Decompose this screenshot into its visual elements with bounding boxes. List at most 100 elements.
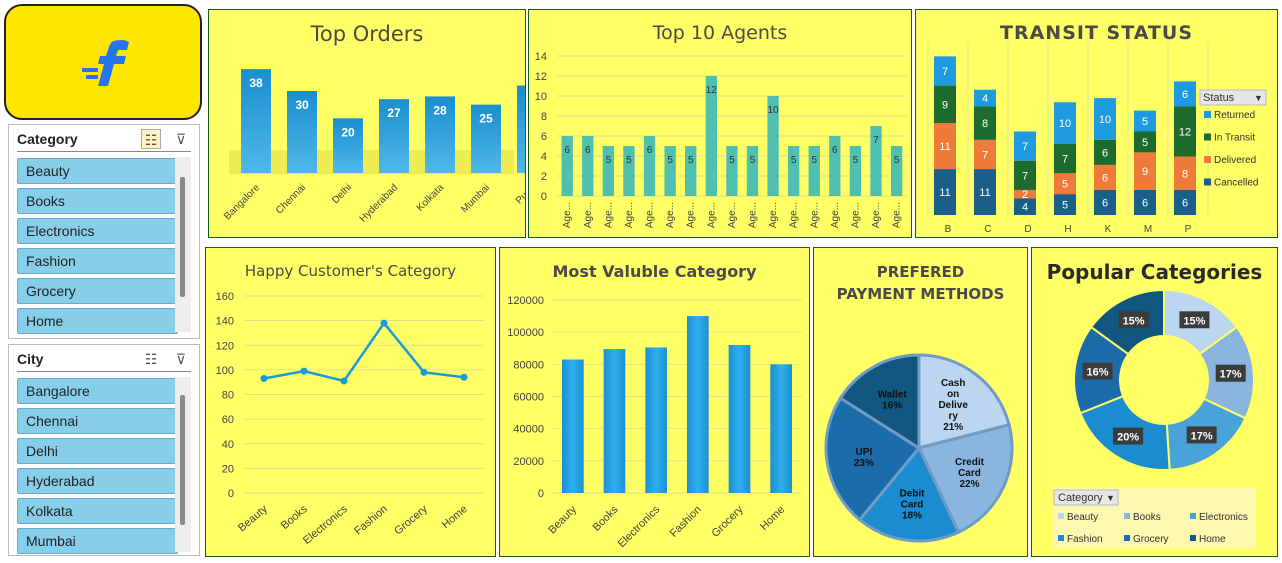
slicer-item[interactable]: Bangalore — [17, 378, 178, 404]
tick-label: Age... — [727, 202, 738, 228]
multi-select-icon[interactable]: ☷ — [141, 349, 161, 369]
tick-label: Books — [279, 503, 311, 532]
tick-label: Grocery — [709, 503, 745, 539]
y-tick-label: 6 — [541, 131, 547, 143]
slicer-item[interactable]: Kolkata — [17, 498, 178, 524]
legend-swatch — [1204, 111, 1211, 118]
bar — [687, 316, 709, 493]
legend-label: Electronics — [1199, 512, 1248, 523]
data-label: 11 — [939, 187, 950, 199]
legend-title: Status — [1203, 92, 1235, 104]
y-tick-label: 80 — [222, 390, 234, 402]
slicer-item[interactable]: Delhi — [17, 438, 178, 464]
scrollbar[interactable] — [175, 377, 191, 552]
data-point — [260, 374, 268, 382]
top-agents-panel: Top 10 Agents 0 2 4 6 8 10 12 14 6 Age... 6 Age... 5… — [528, 9, 912, 238]
slicer-item[interactable]: Beauty — [17, 158, 178, 184]
data-label: 20 — [341, 125, 355, 139]
top-agents-chart: 0 2 4 6 8 10 12 14 6 Age... 6 Age... 5 Age... 5 Age... 6… — [535, 51, 907, 228]
slice-label: 17% — [1191, 430, 1213, 442]
slicer-item[interactable]: Books — [17, 188, 178, 214]
tick-label: Fashion — [668, 504, 704, 540]
data-label: 4 — [1022, 202, 1028, 214]
payment-methods-panel: PREFERED PAYMENT METHODS Cash on Delive ry 2… — [813, 247, 1028, 557]
legend-swatch — [1124, 535, 1130, 541]
slicer-item[interactable]: Electronics — [17, 218, 178, 244]
tick-label: Electronics — [616, 503, 663, 550]
legend-swatch — [1058, 535, 1064, 541]
slicer-item[interactable]: Fashion — [17, 248, 178, 274]
bar — [645, 347, 667, 493]
slice-label: 18% — [902, 510, 922, 521]
legend-label: Delivered — [1214, 155, 1256, 166]
legend-title: Category — [1058, 492, 1103, 504]
data-label: 11 — [939, 141, 950, 153]
y-tick-label: 0 — [541, 191, 547, 203]
slicer-title: City — [17, 351, 44, 367]
data-label: 6 — [1102, 147, 1108, 159]
slice-label: on — [947, 389, 959, 400]
slice-label: 22% — [959, 479, 979, 490]
bar — [770, 364, 792, 493]
y-tick-label: 60000 — [513, 392, 544, 404]
tick-label: Age... — [768, 202, 779, 228]
tick-label: K — [1105, 224, 1112, 235]
y-tick-label: 12 — [535, 71, 547, 83]
data-label: 7 — [1022, 141, 1028, 153]
data-point — [340, 377, 348, 385]
data-label: 38 — [249, 76, 263, 90]
tick-label: Age... — [789, 202, 800, 228]
tick-label: Pune — [514, 182, 525, 207]
tick-label: Age... — [583, 202, 594, 228]
data-label: 7 — [1022, 170, 1028, 182]
logo-box — [4, 4, 202, 120]
tick-label: Kolkata — [415, 182, 447, 214]
scrollbar[interactable] — [175, 157, 191, 332]
y-tick-label: 80000 — [513, 359, 544, 371]
slice-label: 17% — [1220, 369, 1242, 381]
slicer-item[interactable]: Home — [17, 308, 178, 334]
data-label: 5 — [606, 155, 612, 166]
tick-label: Fashion — [352, 503, 390, 537]
data-label: 6 — [585, 145, 591, 156]
slice-label: Delive — [938, 400, 968, 411]
tick-label: Bangalore — [222, 182, 262, 222]
flipkart-f-icon — [82, 40, 129, 86]
data-label: 5 — [1142, 116, 1148, 128]
slicer-item[interactable]: Chennai — [17, 408, 178, 434]
data-label: 12 — [1179, 127, 1191, 139]
y-tick-label: 140 — [216, 316, 234, 328]
data-label: 2 — [1022, 189, 1028, 201]
bar — [602, 146, 615, 196]
data-label: 5 — [811, 155, 817, 166]
tick-label: Age... — [892, 202, 903, 228]
legend-label: Beauty — [1067, 512, 1098, 523]
tick-label: Age... — [809, 202, 820, 228]
slicer-item[interactable]: Hyderabad — [17, 468, 178, 494]
bar — [603, 349, 626, 493]
multi-select-icon[interactable]: ☷ — [141, 129, 161, 149]
legend-swatch — [1190, 535, 1196, 541]
slice-label: 20% — [1117, 432, 1139, 444]
tick-label: Grocery — [392, 503, 430, 538]
data-point — [380, 319, 388, 327]
transit-status-panel: TRANSIT STATUS 11 11 9 7 B 11 7 8 4 C 4 2 7 7 D 5 5 7 10 H 6… — [915, 9, 1278, 238]
data-label: 6 — [564, 145, 570, 156]
tick-label: Age... — [562, 202, 573, 228]
valuable-category-panel: Most Valuble Category 0 20000 40000 60000 80… — [499, 247, 810, 557]
data-label: 6 — [1182, 197, 1188, 209]
tick-label: Age... — [706, 202, 717, 228]
data-label: 30 — [295, 98, 309, 112]
popular-categories-panel: Popular Categories 15% 17% 17% 20% 16% 15% Cat… — [1031, 247, 1278, 557]
data-label: 5 — [853, 155, 859, 166]
data-point — [300, 367, 308, 375]
slicer-item[interactable]: Mumbai — [17, 528, 178, 554]
slicer-item[interactable]: Grocery — [17, 278, 178, 304]
clear-filter-icon[interactable]: ⊽ — [171, 129, 191, 149]
legend-label: Books — [1133, 512, 1161, 523]
data-label: 5 — [894, 155, 900, 166]
legend-swatch — [1204, 178, 1211, 186]
data-label: 7 — [873, 135, 879, 146]
clear-filter-icon[interactable]: ⊽ — [171, 349, 191, 369]
y-tick-label: 40000 — [513, 424, 544, 436]
